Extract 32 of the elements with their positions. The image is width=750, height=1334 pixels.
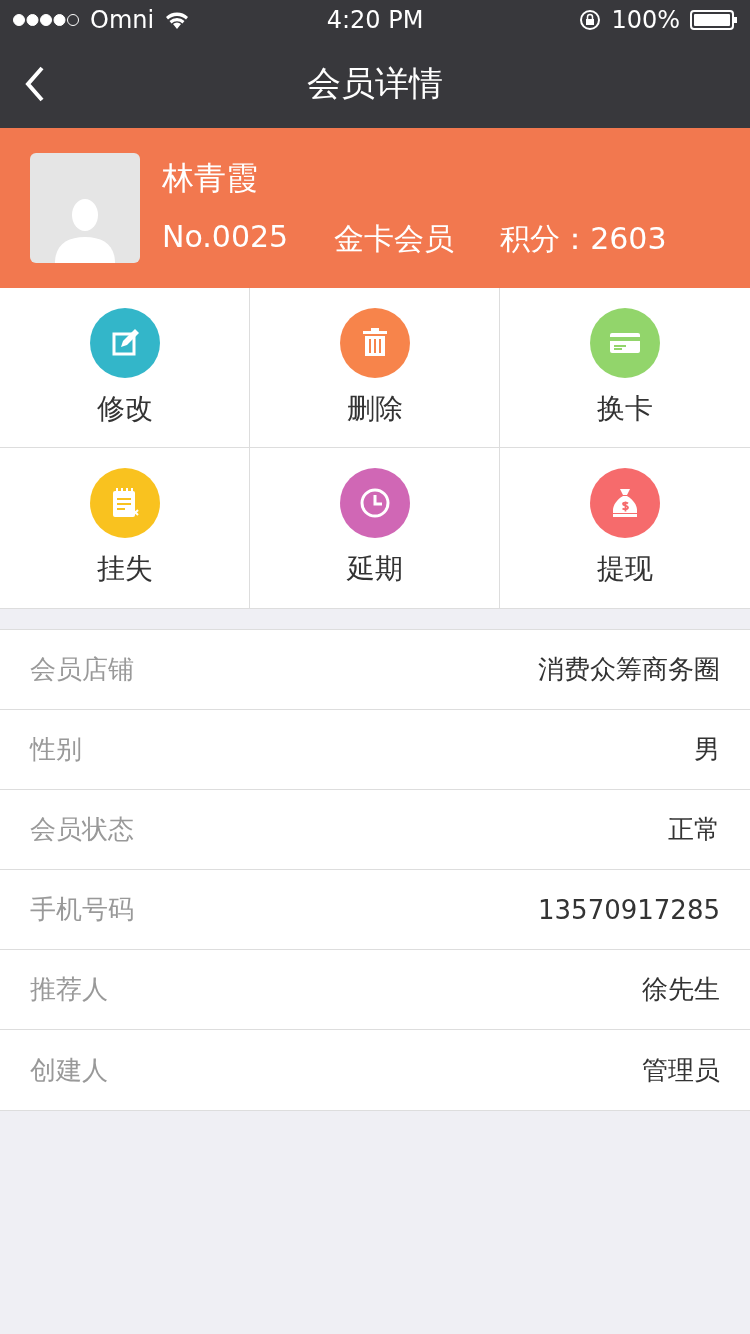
detail-label: 推荐人 [30, 973, 108, 1006]
status-time: 4:20 PM [326, 6, 424, 34]
action-button[interactable]: 换卡 [500, 288, 750, 448]
carrier-name: Omni [90, 6, 155, 34]
detail-value: 管理员 [642, 1053, 720, 1087]
member-number: No.0025 [162, 218, 289, 256]
back-icon[interactable] [24, 66, 46, 102]
detail-value: 13570917285 [538, 894, 720, 925]
action-button[interactable]: 延期 [250, 448, 500, 608]
action-button[interactable]: 修改 [0, 288, 250, 448]
detail-value: 男 [694, 733, 720, 766]
page-title: 会员详情 [307, 62, 443, 105]
action-button[interactable]: 挂失 [0, 448, 250, 608]
detail-label: 创建人 [30, 1053, 108, 1087]
detail-value: 徐先生 [642, 973, 720, 1006]
signal-icon [12, 13, 80, 27]
battery-icon [690, 10, 738, 30]
detail-label: 性别 [30, 733, 82, 766]
battery-percent: 100% [611, 6, 680, 34]
member-name: 林青霞 [162, 157, 259, 199]
detail-label: 手机号码 [30, 893, 134, 926]
rotation-lock-icon [579, 9, 602, 31]
detail-value: 正常 [668, 813, 720, 846]
action-button[interactable]: 删除 [250, 288, 500, 448]
detail-label: 会员店铺 [30, 653, 134, 686]
member-level: 金卡会员 [334, 219, 455, 258]
detail-value: 消费众筹商务圈 [538, 653, 720, 686]
member-points: 积分：2603 [500, 219, 667, 258]
avatar-icon [30, 153, 140, 263]
action-button[interactable]: 提现 [500, 448, 750, 608]
wifi-icon [164, 10, 191, 30]
detail-label: 会员状态 [30, 813, 134, 846]
